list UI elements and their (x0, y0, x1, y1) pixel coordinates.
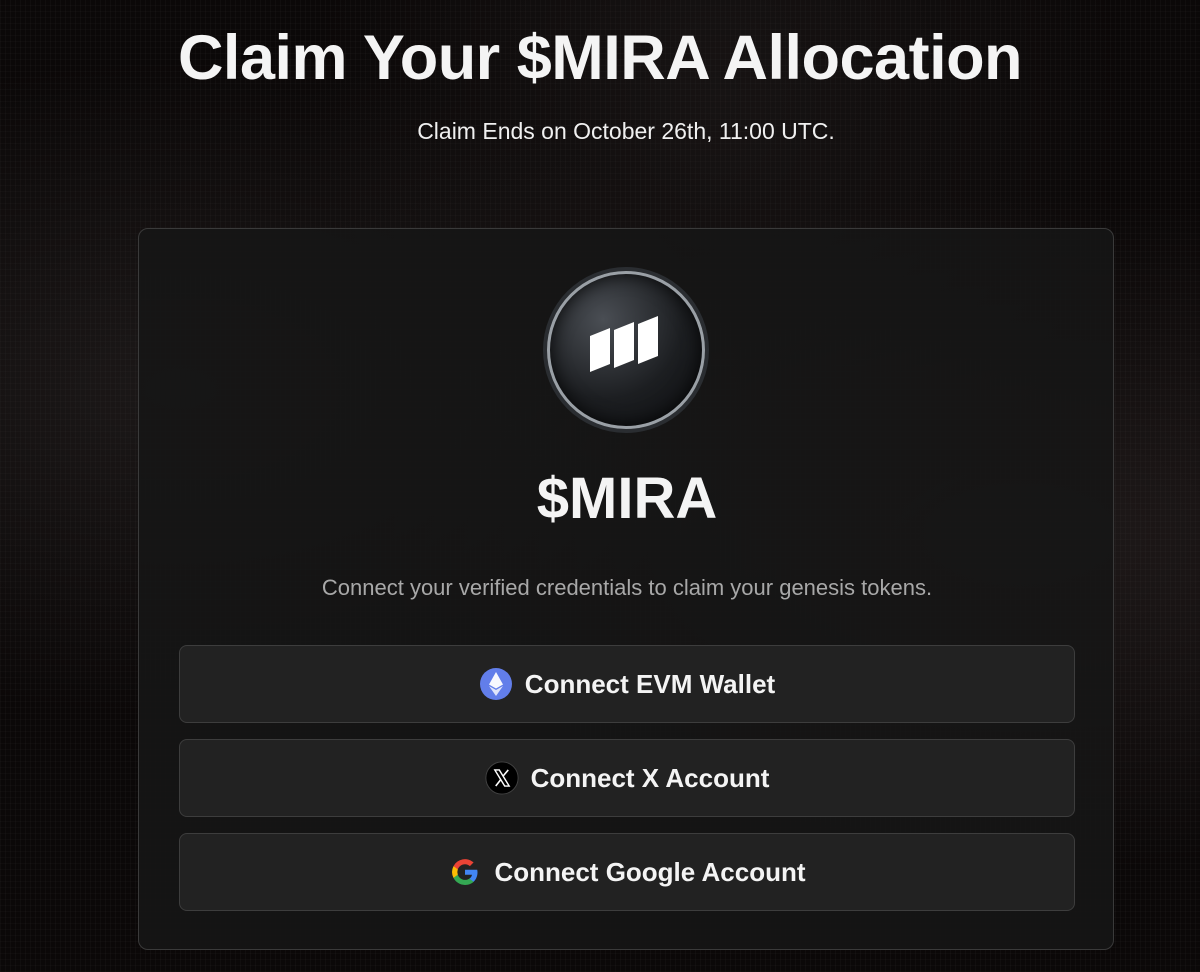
connect-x-account-label: Connect X Account (530, 762, 770, 793)
connect-evm-wallet-button[interactable]: Connect EVM Wallet (179, 645, 1075, 723)
ethereum-icon (479, 667, 513, 701)
token-name: $MIRA (536, 466, 718, 531)
page-title: Claim Your $MIRA Allocation (177, 23, 1023, 93)
connect-evm-wallet-label: Connect EVM Wallet (524, 668, 776, 699)
mira-logo-icon (547, 271, 705, 429)
claim-card: $MIRA Connect your verified credentials … (138, 228, 1114, 950)
connect-google-account-label: Connect Google Account (494, 856, 806, 887)
google-icon (448, 855, 482, 889)
claim-deadline: Claim Ends on October 26th, 11:00 UTC. (417, 118, 835, 144)
connect-google-account-button[interactable]: Connect Google Account (179, 833, 1075, 911)
card-description: Connect your verified credentials to cla… (321, 575, 933, 600)
x-icon (485, 761, 519, 795)
connect-x-account-button[interactable]: Connect X Account (179, 739, 1075, 817)
